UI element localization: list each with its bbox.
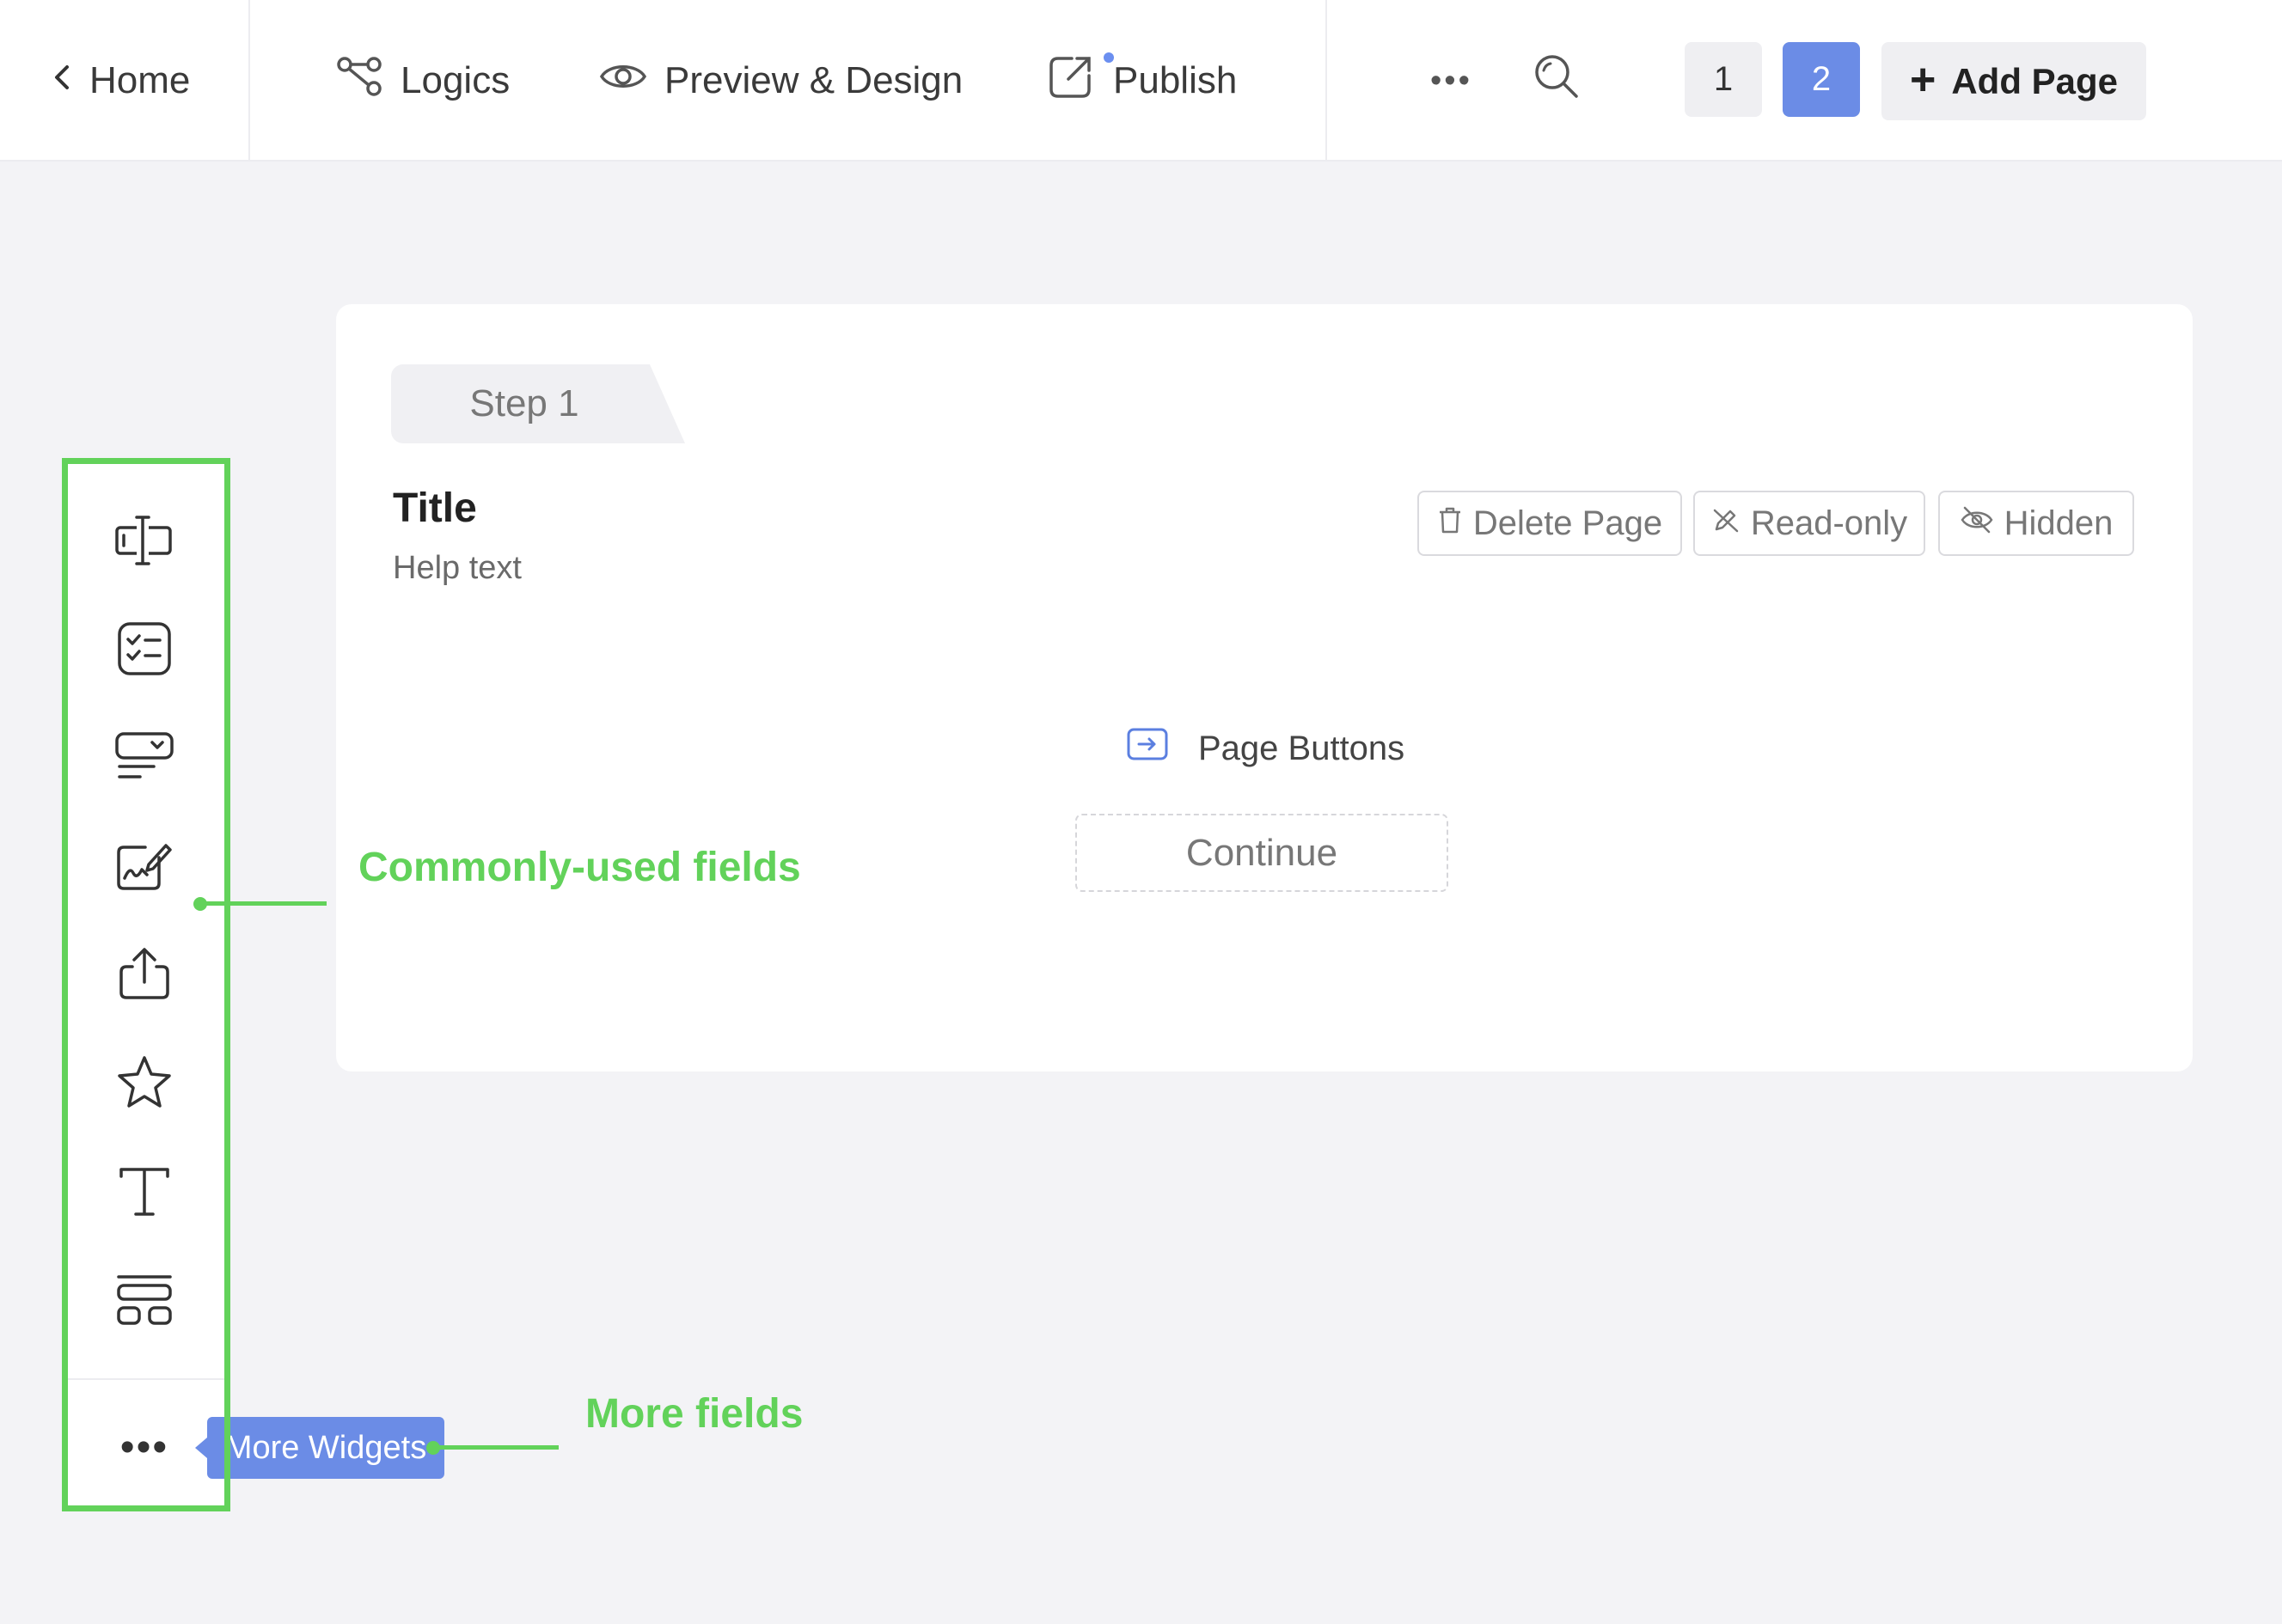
toolbar-divider: [68, 1378, 224, 1380]
annotation-more-fields: More fields: [585, 1391, 804, 1437]
trash-icon: [1437, 504, 1463, 543]
dropdown-icon[interactable]: [110, 722, 179, 791]
page-buttons-icon: [1126, 727, 1169, 770]
divider: [248, 0, 250, 160]
checklist-icon[interactable]: [110, 614, 179, 683]
home-label: Home: [89, 59, 191, 101]
page-help-text[interactable]: Help text: [393, 550, 522, 587]
divider: [1325, 0, 1327, 160]
home-link[interactable]: Home: [52, 46, 190, 115]
page-buttons-header: Page Buttons: [1126, 727, 1404, 770]
page-2-button[interactable]: 2: [1783, 42, 1860, 117]
layout-icon[interactable]: [110, 1266, 179, 1334]
read-only-button[interactable]: Read-only: [1693, 491, 1925, 556]
more-widgets-button[interactable]: •••: [110, 1413, 179, 1481]
annotation-commonly-used-fields: Commonly-used fields: [358, 845, 801, 890]
logics-tab[interactable]: Logics: [335, 46, 510, 115]
add-page-button[interactable]: + Add Page: [1881, 42, 2146, 120]
page-title[interactable]: Title: [393, 485, 477, 532]
more-dots-icon: •••: [1430, 62, 1472, 99]
eye-icon: [599, 52, 647, 110]
tooltip-arrow: [195, 1438, 207, 1458]
add-page-label: Add Page: [1951, 60, 2119, 101]
text-input-icon[interactable]: [110, 506, 179, 575]
logics-label: Logics: [401, 59, 511, 101]
delete-page-button[interactable]: Delete Page: [1417, 491, 1682, 556]
star-icon[interactable]: [110, 1047, 179, 1116]
step-label: Step 1: [469, 382, 579, 424]
more-widgets-tooltip: More Widgets: [207, 1417, 444, 1479]
publish-label: Publish: [1113, 59, 1238, 101]
more-menu-button[interactable]: •••: [1430, 46, 1472, 115]
read-only-label: Read-only: [1750, 504, 1908, 542]
notification-dot: [1104, 52, 1114, 63]
annotation-line: [433, 1445, 559, 1450]
pencil-off-icon: [1711, 504, 1741, 543]
upload-icon[interactable]: [110, 939, 179, 1008]
hidden-label: Hidden: [2004, 504, 2114, 542]
search-icon: [1532, 52, 1581, 111]
page-buttons-label: Page Buttons: [1198, 729, 1405, 767]
signature-icon[interactable]: [110, 831, 179, 900]
delete-page-label: Delete Page: [1472, 504, 1663, 542]
eye-off-icon: [1960, 504, 1994, 543]
preview-design-tab[interactable]: Preview & Design: [599, 46, 963, 115]
page-1-button[interactable]: 1: [1685, 42, 1762, 117]
publish-tab[interactable]: Publish: [1046, 46, 1237, 115]
chevron-left-icon: [52, 59, 72, 102]
share-nodes-icon: [335, 52, 383, 110]
plus-icon: +: [1909, 54, 1936, 105]
external-link-icon: [1046, 52, 1096, 111]
continue-button[interactable]: Continue: [1075, 814, 1448, 892]
text-icon[interactable]: [110, 1157, 179, 1226]
preview-design-label: Preview & Design: [664, 59, 964, 101]
hidden-button[interactable]: Hidden: [1938, 491, 2134, 556]
annotation-line: [200, 901, 327, 906]
search-button[interactable]: [1532, 46, 1581, 115]
top-bar: Home Logics Preview & Design Publish •••…: [0, 0, 2282, 162]
